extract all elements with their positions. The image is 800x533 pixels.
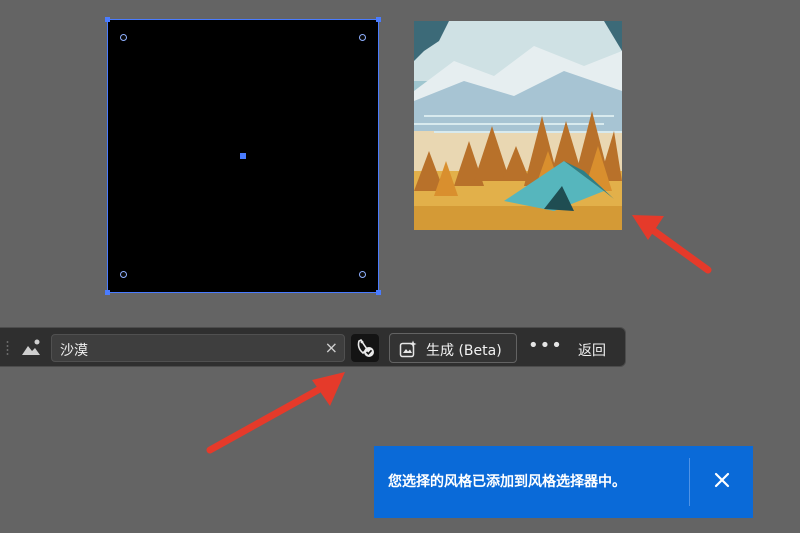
close-icon[interactable] xyxy=(710,468,734,492)
arrow-to-thumbnail xyxy=(632,215,712,274)
style-reference-image[interactable] xyxy=(414,21,622,230)
corner-handle-br[interactable] xyxy=(376,290,381,295)
clear-icon[interactable]: × xyxy=(325,338,338,357)
style-picker-button[interactable] xyxy=(351,334,379,362)
selected-artboard[interactable] xyxy=(105,17,381,295)
widget-handle-br[interactable] xyxy=(359,271,366,278)
style-picker-icon xyxy=(357,338,374,357)
corner-handle-tl[interactable] xyxy=(105,17,110,22)
generate-label: 生成 (Beta) xyxy=(426,343,502,359)
style-reference-icon[interactable] xyxy=(20,338,42,358)
arrow-to-style-picker xyxy=(206,372,345,454)
widget-handle-bl[interactable] xyxy=(120,271,127,278)
center-point[interactable] xyxy=(240,153,246,159)
widget-handle-tl[interactable] xyxy=(120,34,127,41)
canvas-area[interactable]: 沙漠 × 生成 (Beta) ••• 返回 您选择的风格已添加到风格选择器中。 xyxy=(0,0,800,533)
prompt-value[interactable]: 沙漠 xyxy=(60,340,88,360)
generate-button[interactable]: 生成 (Beta) xyxy=(389,333,517,363)
back-button[interactable]: 返回 xyxy=(578,340,606,360)
more-icon[interactable]: ••• xyxy=(528,335,563,356)
toast-notification: 您选择的风格已添加到风格选择器中。 xyxy=(374,446,753,518)
toast-divider xyxy=(689,458,690,506)
contextual-task-bar: 沙漠 × 生成 (Beta) ••• 返回 xyxy=(0,327,626,367)
corner-handle-bl[interactable] xyxy=(105,290,110,295)
prompt-input[interactable]: 沙漠 × xyxy=(51,334,345,362)
generate-sparkle-icon xyxy=(399,340,417,358)
toast-message: 您选择的风格已添加到风格选择器中。 xyxy=(388,474,626,490)
grip-handle-icon[interactable] xyxy=(6,340,9,356)
corner-handle-tr[interactable] xyxy=(376,17,381,22)
widget-handle-tr[interactable] xyxy=(359,34,366,41)
